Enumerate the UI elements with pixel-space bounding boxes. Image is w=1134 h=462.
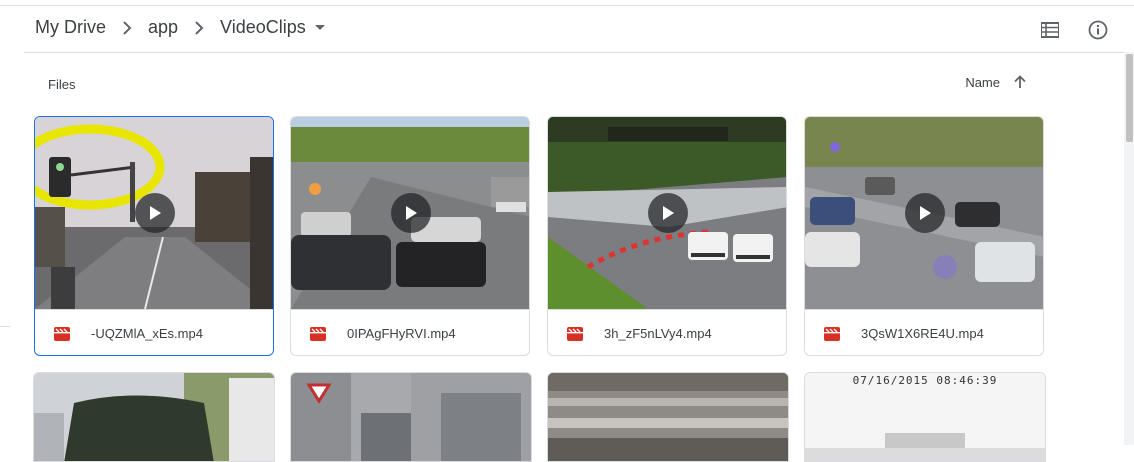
file-name: 3QsW1X6RE4U.mp4 [861, 326, 984, 341]
video-thumbnail [34, 373, 274, 461]
file-name-bar: 3QsW1X6RE4U.mp4 [805, 309, 1043, 355]
file-card[interactable]: -UQZMlA_xEs.mp4 [34, 116, 274, 356]
breadcrumb-my-drive[interactable]: My Drive [35, 17, 106, 38]
file-card[interactable]: 07/16/2015 08:46:39 [804, 372, 1046, 462]
file-name-bar: 3h_zF5nLVy4.mp4 [548, 309, 786, 355]
file-name: 3h_zF5nLVy4.mp4 [604, 326, 712, 341]
breadcrumb-videoclips[interactable]: VideoClips [220, 17, 306, 38]
toolbar-header: My Drive app VideoClips [24, 6, 1126, 53]
breadcrumb-app[interactable]: app [148, 17, 178, 38]
video-thumbnail [35, 117, 273, 309]
video-file-icon [824, 327, 840, 341]
file-card[interactable]: 0IPAgFHyRVI.mp4 [290, 116, 530, 356]
video-file-icon [310, 327, 326, 341]
dropdown-caret-icon[interactable] [306, 24, 334, 31]
video-thumbnail [805, 117, 1043, 309]
video-file-icon [54, 327, 70, 341]
video-thumbnail [291, 373, 531, 461]
video-thumbnail [291, 117, 529, 309]
video-thumbnail [548, 373, 788, 461]
left-edge-mark [0, 326, 10, 327]
chevron-right-icon [178, 20, 220, 35]
sort-label: Name [965, 74, 1000, 90]
file-name: -UQZMlA_xEs.mp4 [91, 326, 203, 341]
list-view-icon[interactable] [1036, 16, 1064, 44]
file-name: 0IPAgFHyRVI.mp4 [347, 326, 456, 341]
file-card[interactable] [33, 372, 275, 462]
info-icon[interactable] [1084, 16, 1112, 44]
sort-by-name-button[interactable]: Name [965, 72, 1030, 92]
arrow-up-icon[interactable] [1010, 72, 1030, 92]
file-card[interactable] [547, 372, 789, 462]
video-file-icon [567, 327, 583, 341]
play-icon[interactable] [648, 193, 688, 233]
play-icon[interactable] [905, 193, 945, 233]
chevron-right-icon [106, 20, 148, 35]
file-card[interactable] [290, 372, 532, 462]
file-card[interactable]: 3h_zF5nLVy4.mp4 [547, 116, 787, 356]
file-name-bar: 0IPAgFHyRVI.mp4 [291, 309, 529, 355]
file-card[interactable]: 3QsW1X6RE4U.mp4 [804, 116, 1044, 356]
breadcrumb: My Drive app VideoClips [35, 17, 334, 38]
section-label-files: Files [48, 77, 76, 92]
scrollbar-thumb[interactable] [1126, 54, 1133, 142]
file-name-bar: -UQZMlA_xEs.mp4 [35, 309, 273, 355]
timestamp-overlay: 07/16/2015 08:46:39 [852, 374, 998, 387]
play-icon[interactable] [391, 193, 431, 233]
play-icon[interactable] [135, 193, 175, 233]
video-thumbnail [548, 117, 786, 309]
